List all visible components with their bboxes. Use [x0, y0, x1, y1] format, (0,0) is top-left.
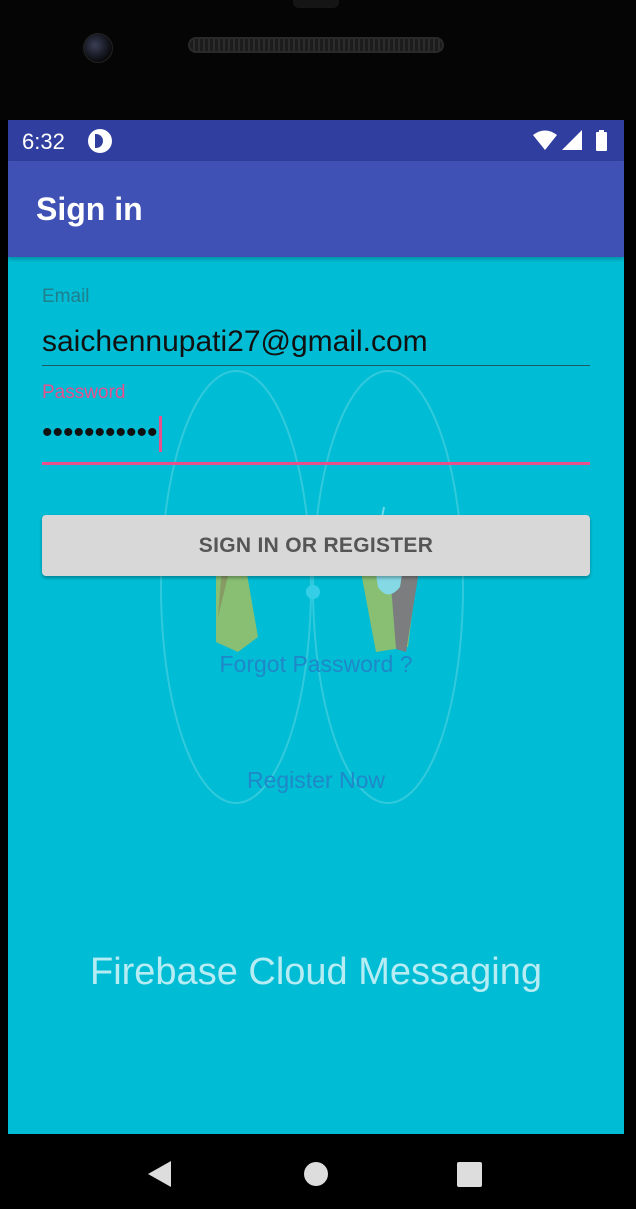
password-masked-value: ••••••••••• — [42, 416, 158, 449]
page-title: Sign in — [36, 191, 143, 227]
recents-icon[interactable] — [457, 1162, 482, 1187]
wifi-icon — [533, 130, 557, 150]
email-field[interactable]: saichennupati27@gmail.com — [42, 325, 428, 359]
home-icon[interactable] — [304, 1162, 328, 1186]
battery-icon — [596, 132, 607, 151]
device-screen: Firebase Cloud Messaging 6:32 Sign in Em… — [8, 120, 624, 1134]
app-bar: Sign in — [8, 161, 624, 257]
text-cursor — [158, 416, 162, 453]
password-underline — [42, 462, 590, 465]
device-bezel-top — [0, 0, 636, 120]
front-camera-icon — [83, 33, 113, 63]
password-field[interactable]: ••••••••••• — [42, 416, 162, 453]
device-notch — [293, 0, 339, 8]
password-label: Password — [42, 382, 126, 403]
app-notification-icon — [88, 129, 112, 153]
signal-icon — [562, 130, 582, 150]
forgot-password-link[interactable]: Forgot Password ? — [8, 651, 624, 678]
status-time: 6:32 — [22, 129, 65, 154]
sign-in-or-register-button[interactable]: SIGN IN OR REGISTER — [42, 515, 590, 576]
navigation-bar — [0, 1134, 636, 1204]
email-underline — [42, 365, 590, 366]
status-icons — [533, 130, 607, 151]
register-now-link[interactable]: Register Now — [8, 767, 624, 794]
status-bar: 6:32 — [8, 120, 624, 161]
earpiece-speaker — [188, 37, 444, 53]
nav-buttons — [148, 1161, 482, 1187]
back-icon[interactable] — [148, 1161, 171, 1187]
email-label: Email — [42, 286, 90, 307]
logo-text: Firebase Cloud Messaging — [90, 951, 542, 993]
